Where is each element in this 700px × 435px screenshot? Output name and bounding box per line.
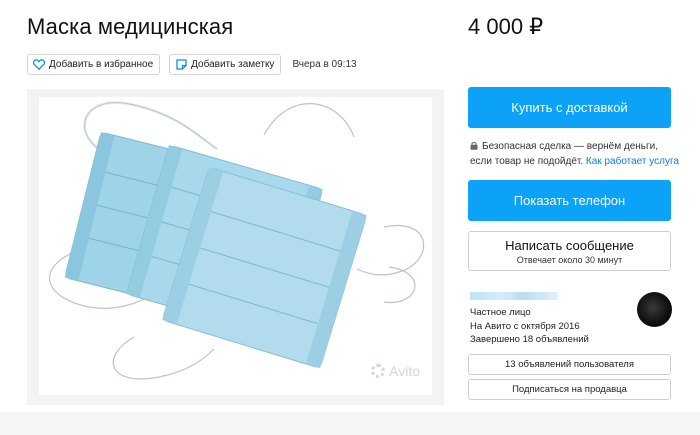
seller-type: Частное лицо [470,307,531,318]
mask-illustration [49,101,425,380]
add-note-label: Добавить заметку [191,59,275,70]
watermark-text: Avito [389,363,420,379]
subscribe-seller-button[interactable]: Подписаться на продавца [468,379,671,400]
avito-watermark: Avito [371,363,420,379]
listing-title: Маска медицинская [27,14,234,39]
reply-time-label: Отвечает около 30 минут [516,255,623,265]
safe-deal-notice: Безопасная сделка — вернём деньги, если … [470,139,680,169]
note-icon [175,59,187,71]
listing-price: 4 000 ₽ [468,14,544,39]
write-message-label: Написать сообщение [505,238,634,253]
add-favorite-button[interactable]: Добавить в избранное [27,54,161,75]
seller-completed: Завершено 18 объявлений [470,334,589,345]
seller-ads-button[interactable]: 13 объявлений пользователя [468,354,671,375]
lock-icon [470,140,478,150]
add-note-button[interactable]: Добавить заметку [169,54,282,75]
buy-with-delivery-button[interactable]: Купить с доставкой [468,87,671,128]
heart-icon [33,59,45,71]
seller-since: На Авито с октября 2016 [470,320,580,332]
seller-name-redacted[interactable] [470,292,558,300]
seller-avatar[interactable] [637,292,672,327]
show-phone-button[interactable]: Показать телефон [468,180,671,221]
photo-gallery[interactable]: Avito [27,89,444,405]
listing-actions: Добавить в избранное Добавить заметку Вч… [27,54,357,75]
add-favorite-label: Добавить в избранное [49,59,154,70]
seller-info: Частное лицо На Авито с октября 2016 Зав… [470,306,589,347]
page-bottom-strip [0,412,700,435]
listing-date: Вчера в 09:13 [292,59,357,70]
watermark-logo-icon [371,364,386,378]
write-message-button[interactable]: Написать сообщение Отвечает около 30 мин… [468,231,671,271]
listing-photo[interactable]: Avito [39,97,432,395]
how-it-works-link[interactable]: Как работает услуга [586,156,679,167]
